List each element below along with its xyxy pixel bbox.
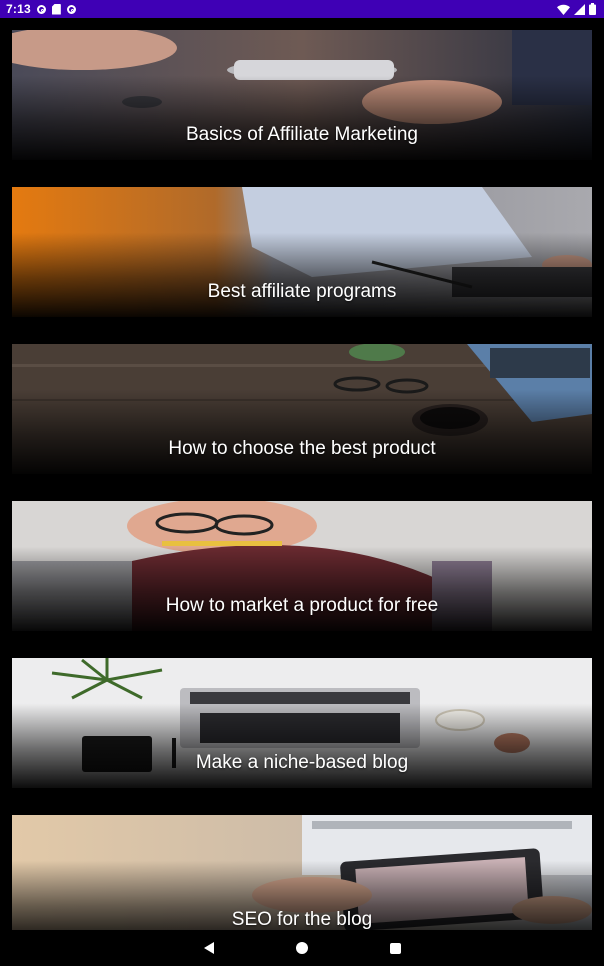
sync-ring-icon [66,4,76,14]
sync-ring-icon [36,4,46,14]
topic-card[interactable]: How to market a product for free [12,501,592,631]
card-title: Make a niche-based blog [195,752,409,773]
topic-card[interactable]: SEO for the blog [12,815,592,930]
battery-icon [589,3,596,15]
recents-icon[interactable] [389,942,401,954]
topic-card[interactable]: Basics of Affiliate Marketing [12,30,592,160]
topic-card[interactable]: Best affiliate programs [12,187,592,317]
back-icon[interactable] [203,942,214,954]
status-bar: 7:13 [0,0,604,18]
signal-icon [574,3,585,15]
card-title: Basics of Affiliate Marketing [186,124,418,145]
status-bar-left: 7:13 [6,2,76,16]
card-title: How to choose the best product [168,438,436,459]
home-icon[interactable] [295,942,308,954]
sd-card-icon [51,3,61,15]
topic-card[interactable]: How to choose the best product [12,344,592,474]
status-bar-right [557,3,596,15]
wifi-icon [557,4,570,15]
topic-list[interactable]: Basics of Affiliate Marketing Best affil… [0,18,604,930]
card-title: SEO for the blog [231,909,373,930]
card-title: How to market a product for free [165,595,439,616]
navigation-bar [0,930,604,966]
status-time: 7:13 [6,2,31,16]
topic-card[interactable]: Make a niche-based blog [12,658,592,788]
card-title: Best affiliate programs [207,281,397,302]
